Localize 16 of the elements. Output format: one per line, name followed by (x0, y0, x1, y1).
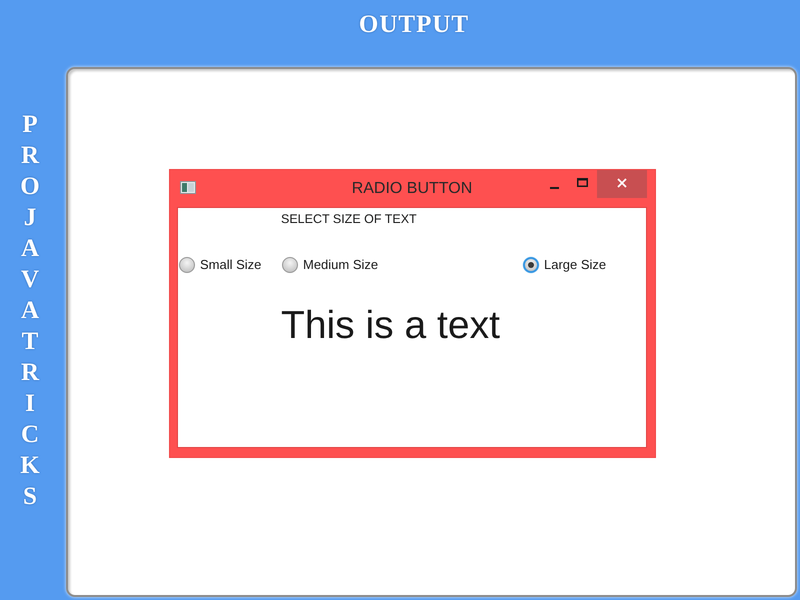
radio-label[interactable]: Large Size (544, 257, 606, 273)
section-heading: SELECT SIZE OF TEXT (281, 211, 417, 227)
radio-button[interactable] (523, 257, 539, 273)
sample-text: This is a text (281, 303, 500, 349)
window-app-icon (180, 181, 196, 194)
radio-button[interactable] (179, 257, 195, 273)
radio-button[interactable] (282, 257, 298, 273)
minimize-icon[interactable] (550, 187, 558, 189)
page-title: OUTPUT (358, 10, 470, 40)
window-title: RADIO BUTTON (350, 180, 474, 198)
vertical-title: PRO JAVA TRICKS (19, 110, 41, 512)
close-button[interactable] (597, 170, 647, 198)
radio-label[interactable]: Small Size (200, 257, 262, 273)
radio-label[interactable]: Medium Size (303, 257, 378, 273)
maximize-icon[interactable] (576, 178, 588, 186)
close-icon[interactable] (617, 178, 627, 188)
